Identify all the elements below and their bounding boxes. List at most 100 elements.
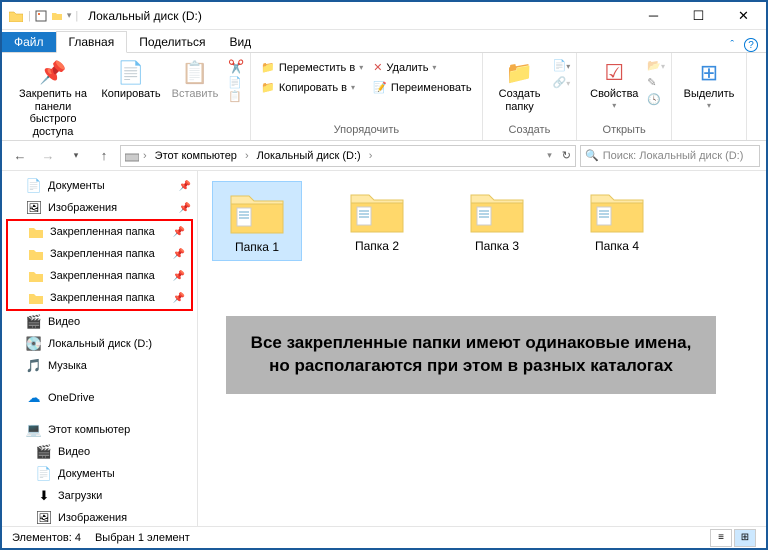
paste-button: 📋Вставить — [164, 55, 226, 104]
maximize-button[interactable]: ☐ — [676, 2, 721, 30]
sidebar-item[interactable]: 🖼Изображения — [2, 507, 197, 526]
search-field[interactable]: 🔍 Поиск: Локальный диск (D:) — [580, 145, 760, 167]
search-icon: 🔍 — [585, 149, 599, 162]
folder-label: Папка 3 — [475, 239, 519, 253]
view-icons-button[interactable]: ⊞ — [734, 529, 756, 547]
sidebar-item[interactable]: 💽Локальный диск (D:) — [2, 333, 197, 355]
annotation-overlay: Все закрепленные папки имеют одинаковые … — [226, 316, 716, 394]
sidebar-item[interactable]: Закрепленная папка📌 — [8, 221, 191, 243]
sidebar-item[interactable]: 🎵Музыка — [2, 355, 197, 377]
addr-dropdown-icon[interactable]: ▾ — [547, 150, 552, 161]
pin-icon: 📌 — [173, 293, 185, 304]
pin-icon: 📌 — [179, 203, 191, 214]
folder-icon — [28, 268, 44, 284]
forward-button: → — [36, 144, 60, 168]
help-icon[interactable]: ? — [744, 38, 758, 52]
tab-view[interactable]: Вид — [217, 32, 263, 52]
mus-icon: 🎵 — [26, 358, 42, 374]
folder-grid: Папка 1 Папка 2 Папка 3 Папка 4 — [212, 181, 752, 261]
cut-icon[interactable]: ✂️ — [228, 59, 244, 75]
ribbon: 📌Закрепить на панели быстрого доступа 📄К… — [2, 53, 766, 141]
status-selection: Выбран 1 элемент — [95, 532, 190, 544]
select-icon: ⊞ — [700, 58, 718, 88]
pin-button[interactable]: 📌Закрепить на панели быстрого доступа — [8, 55, 98, 142]
chevron-right-icon[interactable]: › — [369, 150, 373, 162]
recent-dropdown[interactable]: ▾ — [64, 144, 88, 168]
folder-item[interactable]: Папка 4 — [572, 181, 662, 261]
main-content[interactable]: Папка 1 Папка 2 Папка 3 Папка 4 Все закрепл… — [198, 171, 766, 526]
delete-icon: ✕ — [373, 61, 382, 74]
sidebar-item[interactable]: ⬇Загрузки — [2, 485, 197, 507]
folder-item[interactable]: Папка 3 — [452, 181, 542, 261]
doc-icon: 📄 — [26, 178, 42, 194]
copyto-icon: 📁 — [261, 81, 275, 94]
sidebar-item-label: Закрепленная папка — [50, 248, 155, 260]
newfolder-icon: 📁 — [506, 58, 533, 88]
sidebar-onedrive[interactable]: ☁OneDrive — [2, 387, 197, 409]
sidebar-item[interactable]: Закрепленная папка📌 — [8, 287, 191, 309]
tab-file[interactable]: Файл — [2, 32, 56, 52]
titlebar: | ▾ | Локальный диск (D:) ─ ☐ ✕ — [2, 2, 766, 30]
dl-icon: ⬇ — [36, 488, 52, 504]
folder-item[interactable]: Папка 2 — [332, 181, 422, 261]
minimize-button[interactable]: ─ — [631, 2, 676, 30]
dropdown-icon[interactable]: ▾ — [67, 10, 72, 21]
open-icon: 📂▾ — [647, 59, 665, 72]
sidebar-item-label: Документы — [58, 468, 115, 480]
folder-item[interactable]: Папка 1 — [212, 181, 302, 261]
sidebar-item[interactable]: Закрепленная папка📌 — [8, 265, 191, 287]
address-field[interactable]: › Этот компьютер › Локальный диск (D:) ›… — [120, 145, 576, 167]
sidebar-item[interactable]: 🎬Видео — [2, 311, 197, 333]
sidebar-item[interactable]: 🎬Видео — [2, 441, 197, 463]
copyto-button[interactable]: 📁Копировать в ▾ — [257, 79, 367, 96]
chevron-right-icon[interactable]: › — [245, 150, 249, 162]
sidebar-item-label: Изображения — [48, 202, 117, 214]
group-open: Открыть — [583, 122, 665, 138]
status-count: Элементов: 4 — [12, 532, 81, 544]
folder-icon — [28, 290, 44, 306]
newfolder-button[interactable]: 📁Создать папку — [489, 55, 551, 116]
ribbon-tabs: Файл Главная Поделиться Вид ˆ ? — [2, 30, 766, 53]
pin-icon: 📌 — [39, 58, 66, 88]
drive-icon — [125, 150, 139, 162]
newitem-icon[interactable]: 📄▾ — [553, 59, 571, 72]
tab-share[interactable]: Поделиться — [127, 32, 217, 52]
onedrive-icon: ☁ — [26, 390, 42, 406]
properties-icon[interactable] — [35, 10, 47, 22]
properties-big-icon: ☑ — [604, 58, 624, 88]
refresh-icon[interactable]: ↻ — [562, 149, 571, 162]
crumb-drive[interactable]: Локальный диск (D:) — [253, 150, 365, 162]
history-icon[interactable]: 🕓 — [647, 93, 665, 106]
sidebar-item[interactable]: 📄Документы📌 — [2, 175, 197, 197]
moveto-button[interactable]: 📁Переместить в ▾ — [257, 59, 367, 76]
sidebar-item-label: Видео — [48, 316, 80, 328]
group-create: Создать — [489, 122, 571, 138]
sidebar-item[interactable]: Закрепленная папка📌 — [8, 243, 191, 265]
sidebar-item[interactable]: 📄Документы — [2, 463, 197, 485]
properties-button[interactable]: ☑Свойства▾ — [583, 55, 645, 113]
delete-button[interactable]: ✕Удалить ▾ — [369, 59, 475, 76]
collapse-ribbon-icon[interactable]: ˆ — [730, 39, 734, 51]
back-button[interactable]: ← — [8, 144, 32, 168]
tab-home[interactable]: Главная — [56, 31, 128, 53]
crumb-pc[interactable]: Этот компьютер — [151, 150, 241, 162]
select-button[interactable]: ⊞Выделить▾ — [678, 55, 740, 113]
pin-icon: 📌 — [173, 227, 185, 238]
sidebar-thispc[interactable]: 💻Этот компьютер — [2, 419, 197, 441]
folder-label: Папка 2 — [355, 239, 399, 253]
folder-icon — [28, 246, 44, 262]
copy-button[interactable]: 📄Копировать — [100, 55, 162, 104]
copypath-icon[interactable]: 📄 — [228, 76, 244, 89]
close-button[interactable]: ✕ — [721, 2, 766, 30]
sidebar-item[interactable]: 🖼 Изображения 📌 — [2, 197, 197, 219]
group-organize: Упорядочить — [257, 122, 475, 138]
view-details-button[interactable]: ≡ — [710, 529, 732, 547]
rename-button[interactable]: 📝Переименовать — [369, 79, 475, 96]
folder-small-icon[interactable] — [51, 10, 63, 22]
folder-label: Папка 1 — [235, 240, 279, 254]
img-icon: 🖼 — [26, 200, 42, 216]
vid-icon: 🎬 — [36, 444, 52, 460]
chevron-right-icon[interactable]: › — [143, 150, 147, 162]
up-button[interactable]: ↑ — [92, 144, 116, 168]
rename-icon: 📝 — [373, 81, 387, 94]
